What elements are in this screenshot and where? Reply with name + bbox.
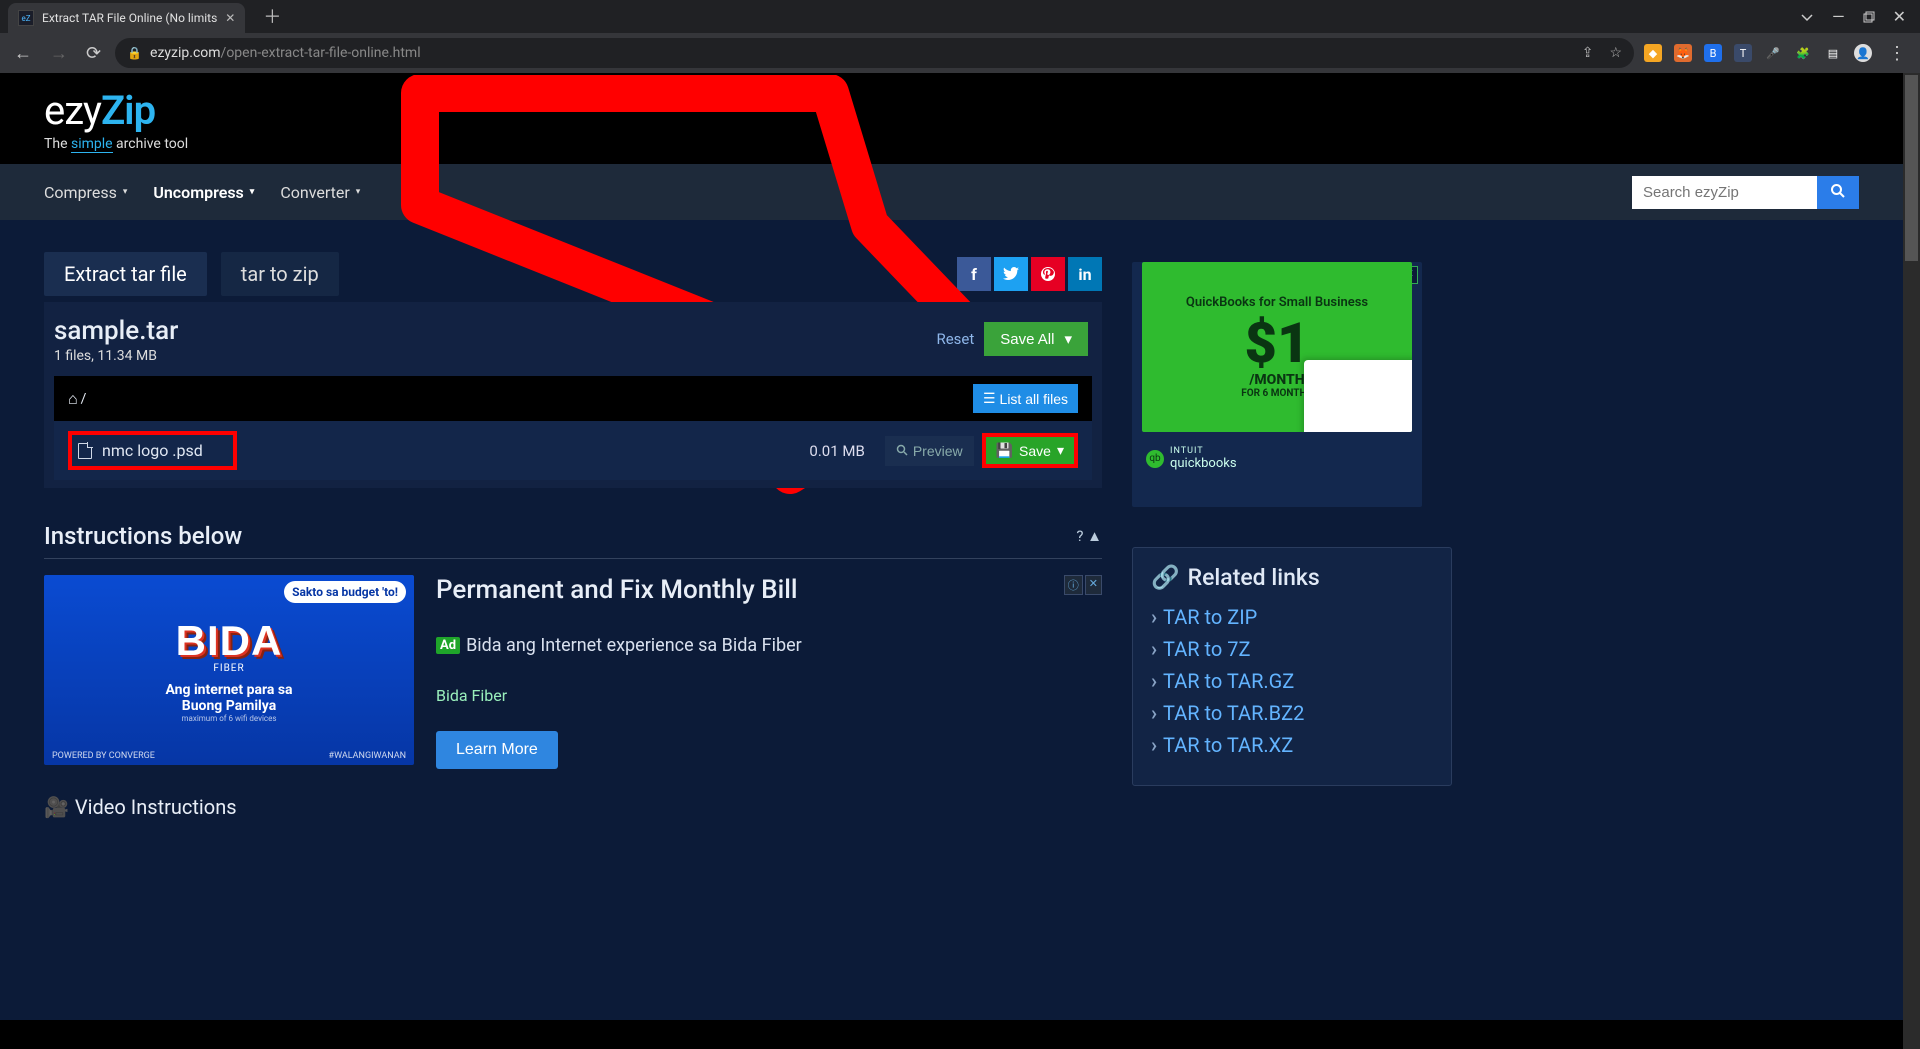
breadcrumb-home[interactable]: ⌂ / — [68, 389, 86, 409]
list-icon: ☰ — [983, 390, 996, 407]
site-search — [1632, 176, 1859, 209]
disk-icon: 💾 — [996, 442, 1013, 459]
page-viewport: ezyZip The simple archive tool Compress … — [0, 73, 1920, 1049]
search-button[interactable] — [1817, 176, 1859, 209]
highlighted-file[interactable]: nmc logo .psd — [68, 431, 237, 470]
ad-badge: Ad — [436, 637, 460, 654]
sidebar-ad[interactable]: ⓘ✕ QuickBooks for Small Business $1 /MON… — [1132, 262, 1422, 507]
ad-headline: Permanent and Fix Monthly Bill — [436, 575, 1102, 605]
share-facebook-icon[interactable]: f — [957, 257, 991, 291]
related-link[interactable]: TAR to 7Z — [1151, 637, 1433, 661]
tab-tar-to-zip[interactable]: tar to zip — [221, 252, 339, 296]
nav-compress[interactable]: Compress — [44, 183, 127, 202]
nav-converter[interactable]: Converter — [280, 183, 360, 202]
extension-icon[interactable]: 🦊 — [1674, 44, 1692, 62]
share-twitter-icon[interactable] — [994, 257, 1028, 291]
extension-icon[interactable]: ◆ — [1644, 44, 1662, 62]
video-instructions-heading: 🎥 Video Instructions — [44, 795, 1102, 819]
inline-ad: ⓘ✕ Sakto sa budget 'to! BIDA FIBER Ang i… — [44, 575, 1102, 769]
star-icon[interactable]: ☆ — [1609, 45, 1622, 61]
adchoices-icon[interactable]: ⓘ✕ — [1064, 575, 1102, 595]
ad-advertiser: Bida Fiber — [436, 686, 1102, 705]
scrollbar[interactable] — [1903, 73, 1920, 1049]
window-titlebar: eZ Extract TAR File Online (No limits ✕ … — [0, 0, 1920, 33]
window-maximize-icon[interactable] — [1863, 11, 1875, 23]
related-link[interactable]: TAR to TAR.BZ2 — [1151, 701, 1433, 725]
extensions-bar: ◆ 🦊 B T 🎤 🧩 ▤ 👤 ⋮ — [1644, 39, 1910, 68]
tab-extract-tar[interactable]: Extract tar file — [44, 252, 207, 296]
browser-tab[interactable]: eZ Extract TAR File Online (No limits ✕ — [8, 3, 245, 33]
mode-tabs: Extract tar file tar to zip — [44, 252, 339, 296]
share-icon[interactable]: ⇪ — [1582, 45, 1594, 61]
reading-list-icon[interactable]: ▤ — [1824, 44, 1842, 62]
save-button[interactable]: 💾 Save ▾ — [986, 437, 1074, 464]
breadcrumb-row: ⌂ / ☰ List all files — [54, 376, 1092, 421]
address-bar[interactable]: 🔒 ezyzip.com/open-extract-tar-file-onlin… — [115, 38, 1634, 68]
share-pinterest-icon[interactable] — [1031, 257, 1065, 291]
ad-cta-button[interactable]: Learn More — [436, 731, 558, 769]
chevron-down-icon: ▾ — [1064, 330, 1072, 348]
related-links-box: 🔗 Related links TAR to ZIP TAR to 7Z TAR… — [1132, 547, 1452, 786]
extensions-menu-icon[interactable]: 🧩 — [1794, 44, 1812, 62]
extension-icon[interactable]: T — [1734, 44, 1752, 62]
preview-button[interactable]: Preview — [885, 436, 974, 466]
profile-avatar[interactable]: 👤 — [1854, 44, 1872, 62]
new-tab-button[interactable]: ＋ — [255, 0, 289, 33]
reload-button[interactable]: ⟳ — [82, 39, 105, 68]
url-host: ezyzip.com — [150, 45, 221, 61]
mic-icon[interactable]: 🎤 — [1764, 44, 1782, 62]
favicon-icon: eZ — [18, 10, 34, 26]
highlighted-save: 💾 Save ▾ — [982, 433, 1078, 468]
save-all-button[interactable]: Save All ▾ — [984, 322, 1088, 356]
file-icon — [78, 443, 92, 459]
site-logo[interactable]: ezyZip — [44, 87, 1859, 134]
list-all-files-button[interactable]: ☰ List all files — [973, 384, 1078, 413]
kebab-menu-icon[interactable]: ⋮ — [1884, 39, 1910, 68]
file-size: 0.01 MB — [809, 442, 864, 460]
social-share: f in — [957, 257, 1102, 291]
archive-card: sample.tar 1 files, 11.34 MB Reset Save … — [44, 302, 1102, 488]
instructions-header: Instructions below ? ▲ — [44, 512, 1102, 559]
lock-icon: 🔒 — [127, 46, 142, 60]
related-link[interactable]: TAR to TAR.GZ — [1151, 669, 1433, 693]
scrollbar-thumb[interactable] — [1903, 73, 1920, 263]
file-entry-name: nmc logo .psd — [102, 441, 203, 460]
tab-close-icon[interactable]: ✕ — [225, 11, 235, 25]
extension-icon[interactable]: B — [1704, 44, 1722, 62]
ad-creative[interactable]: Sakto sa budget 'to! BIDA FIBER Ang inte… — [44, 575, 414, 765]
nav-uncompress[interactable]: Uncompress — [153, 183, 254, 202]
home-icon: ⌂ — [68, 389, 78, 409]
site-tagline: The simple archive tool — [44, 136, 1859, 152]
search-icon — [896, 444, 909, 457]
link-icon: 🔗 — [1151, 564, 1180, 591]
reset-link[interactable]: Reset — [936, 330, 974, 348]
window-minimize-icon[interactable]: — — [1832, 7, 1845, 26]
instructions-toggle[interactable]: ? ▲ — [1076, 527, 1102, 545]
related-link[interactable]: TAR to TAR.XZ — [1151, 733, 1433, 757]
url-path: /open-extract-tar-file-online.html — [221, 45, 421, 61]
search-input[interactable] — [1632, 176, 1817, 209]
browser-toolbar: ← → ⟳ 🔒 ezyzip.com/open-extract-tar-file… — [0, 33, 1920, 73]
related-links-title: 🔗 Related links — [1151, 564, 1433, 591]
back-button[interactable]: ← — [10, 39, 36, 68]
window-close-icon[interactable]: ✕ — [1893, 7, 1906, 26]
ad-description: Bida ang Internet experience sa Bida Fib… — [466, 635, 802, 656]
site-header: ezyZip The simple archive tool — [0, 73, 1903, 164]
chevron-down-icon: ▾ — [1057, 442, 1064, 459]
share-linkedin-icon[interactable]: in — [1068, 257, 1102, 291]
instructions-title: Instructions below — [44, 522, 242, 550]
sidebar: ⓘ✕ QuickBooks for Small Business $1 /MON… — [1132, 252, 1452, 786]
related-link[interactable]: TAR to ZIP — [1151, 605, 1433, 629]
quickbooks-icon: qb — [1146, 450, 1164, 468]
tab-strip: eZ Extract TAR File Online (No limits ✕ … — [0, 0, 289, 33]
file-row: nmc logo .psd 0.01 MB Preview 💾 Save — [54, 421, 1092, 480]
window-controls: — ✕ — [1800, 7, 1920, 26]
search-icon — [1830, 183, 1846, 199]
main-nav: Compress Uncompress Converter — [0, 164, 1903, 220]
forward-button[interactable]: → — [46, 39, 72, 68]
tab-title: Extract TAR File Online (No limits — [42, 11, 217, 25]
video-icon: 🎥 — [44, 795, 69, 819]
window-collapse-icon[interactable] — [1800, 10, 1814, 24]
